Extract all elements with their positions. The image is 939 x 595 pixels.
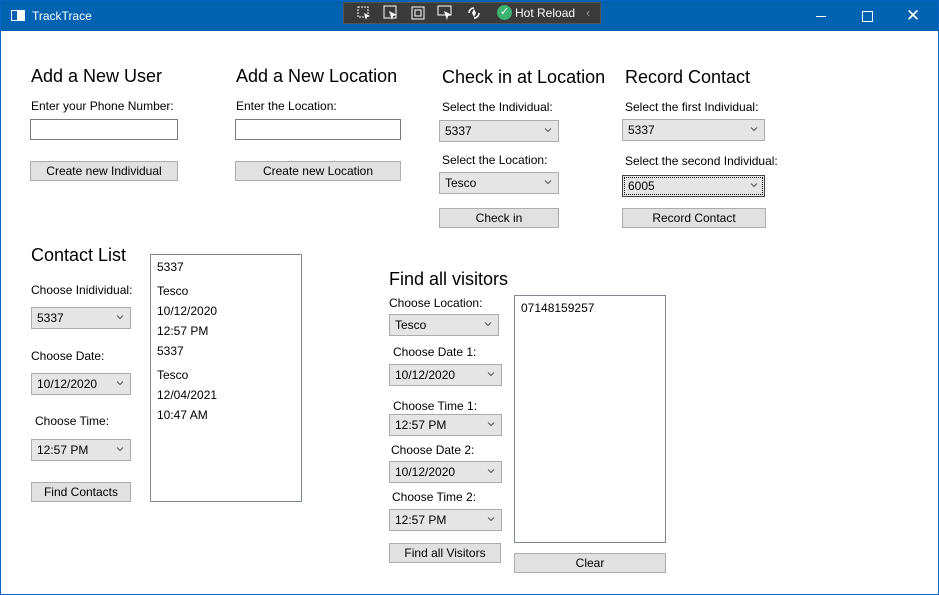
select-location-label: Select the Location: (442, 153, 548, 167)
check-in-individual-dropdown[interactable]: 5337 (439, 120, 559, 142)
close-button[interactable]: ✕ (890, 1, 936, 31)
choose-date-2-label: Choose Date 2: (391, 443, 475, 457)
first-individual-label: Select the first Individual: (625, 100, 759, 114)
track-focused-element-icon[interactable] (410, 5, 426, 21)
app-icon (11, 10, 25, 21)
create-location-button[interactable]: Create new Location (235, 161, 401, 181)
chevron-down-icon (116, 381, 124, 386)
chevron-down-icon (487, 517, 495, 522)
chevron-down-icon (487, 372, 495, 377)
chevron-down-icon (487, 469, 495, 474)
visitor-time-1-dropdown[interactable]: 12:57 PM (389, 414, 502, 436)
chevron-down-icon (116, 447, 124, 452)
location-name-input[interactable] (235, 119, 401, 140)
title-bar[interactable]: TrackTrace ✓ Hot Reload ‹ ✕ (1, 1, 938, 31)
choose-time-label: Choose Time: (35, 414, 110, 428)
list-item[interactable]: Tesco (151, 365, 301, 385)
list-item[interactable]: Tesco (151, 281, 301, 301)
visitor-results-list[interactable]: 07148159257 (514, 295, 666, 543)
create-individual-button[interactable]: Create new Individual (30, 161, 178, 181)
hot-reload-flame-icon[interactable] (466, 5, 482, 21)
visitor-time-2-dropdown[interactable]: 12:57 PM (389, 509, 502, 531)
app-window: TrackTrace ✓ Hot Reload ‹ ✕ Add a New Us… (0, 0, 939, 595)
second-individual-dropdown[interactable]: 6005 (622, 175, 765, 197)
second-individual-label: Select the second Individual: (625, 154, 778, 168)
choose-date-label: Choose Date: (31, 349, 105, 363)
choose-date-1-label: Choose Date 1: (393, 345, 477, 359)
first-individual-dropdown[interactable]: 5337 (622, 119, 765, 141)
list-item[interactable]: 10/12/2020 (151, 301, 301, 321)
record-contact-button[interactable]: Record Contact (622, 208, 766, 228)
phone-number-label: Enter your Phone Number: (31, 99, 174, 113)
choose-time-2-label: Choose Time 2: (392, 490, 477, 504)
collapse-chevron-icon[interactable]: ‹ (586, 5, 590, 20)
chevron-down-icon (750, 183, 758, 188)
list-item[interactable]: 07148159257 (515, 298, 665, 318)
list-item[interactable]: 12:57 PM (151, 321, 301, 341)
maximize-button[interactable] (844, 1, 890, 31)
chevron-down-icon (544, 180, 552, 185)
contact-time-dropdown[interactable]: 12:57 PM (31, 439, 131, 461)
add-location-heading: Add a New Location (236, 66, 398, 86)
find-visitors-heading: Find all visitors (389, 269, 509, 289)
add-user-heading: Add a New User (31, 66, 163, 86)
chevron-down-icon (750, 127, 758, 132)
chevron-down-icon (544, 128, 552, 133)
window-title: TrackTrace (32, 9, 92, 23)
chevron-down-icon (484, 322, 492, 327)
find-visitors-button[interactable]: Find all Visitors (389, 543, 501, 563)
list-item[interactable]: 12/04/2021 (151, 385, 301, 405)
select-individual-label: Select the Individual: (442, 100, 553, 114)
visitor-date-1-dropdown[interactable]: 10/12/2020 (389, 364, 502, 386)
check-in-location-dropdown[interactable]: Tesco (439, 172, 559, 194)
clear-button[interactable]: Clear (514, 553, 666, 573)
contact-results-list[interactable]: 5337 Tesco 10/12/2020 12:57 PM 5337 Tesc… (150, 254, 302, 502)
hot-reload-label[interactable]: Hot Reload (515, 6, 575, 20)
display-layout-adorners-icon[interactable] (383, 5, 399, 21)
record-contact-heading: Record Contact (625, 67, 751, 87)
choose-time-1-label: Choose Time 1: (393, 399, 478, 413)
choose-location-label: Choose Location: (389, 296, 483, 310)
hot-reload-check-icon: ✓ (497, 5, 512, 20)
chevron-down-icon (487, 422, 495, 427)
choose-individual-label: Choose Inidividual: (31, 283, 133, 297)
display-in-app-toolbar-icon[interactable] (437, 5, 453, 21)
list-item[interactable]: 10:47 AM (151, 405, 301, 425)
visitor-location-dropdown[interactable]: Tesco (389, 314, 499, 336)
list-item[interactable]: 5337 (151, 341, 301, 361)
select-element-icon[interactable] (356, 5, 372, 21)
chevron-down-icon (116, 315, 124, 320)
check-in-button[interactable]: Check in (439, 208, 559, 228)
visitor-date-2-dropdown[interactable]: 10/12/2020 (389, 461, 502, 483)
contact-individual-dropdown[interactable]: 5337 (31, 307, 131, 329)
minimize-button[interactable] (798, 1, 844, 31)
contact-list-heading: Contact List (31, 245, 127, 265)
location-name-label: Enter the Location: (236, 99, 337, 113)
contact-date-dropdown[interactable]: 10/12/2020 (31, 373, 131, 395)
debug-toolbar: ✓ Hot Reload ‹ (343, 2, 601, 24)
list-item[interactable]: 5337 (151, 257, 301, 277)
find-contacts-button[interactable]: Find Contacts (31, 482, 131, 502)
phone-number-input[interactable] (30, 119, 178, 140)
check-in-heading: Check in at Location (442, 67, 606, 87)
